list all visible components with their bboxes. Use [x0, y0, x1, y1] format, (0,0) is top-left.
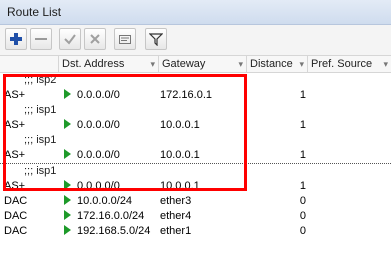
- comment-icon: [119, 35, 131, 44]
- route-distance: 1: [299, 119, 306, 131]
- route-gateway: ether1: [160, 225, 192, 237]
- route-distance: 0: [299, 210, 306, 222]
- minus-icon: [35, 38, 47, 40]
- table-row[interactable]: DAC 192.168.5.0/24 ether1 0: [0, 224, 391, 239]
- route-gateway: ether3: [160, 195, 192, 207]
- title-bar: Route List: [0, 0, 391, 25]
- column-header-gateway[interactable]: Gateway ▾: [159, 56, 247, 72]
- window-title: Route List: [7, 5, 62, 19]
- route-dst-address: 10.0.0.0/24: [64, 194, 159, 209]
- column-header-pref-source[interactable]: Pref. Source ▾: [308, 56, 391, 72]
- plus-icon: [10, 33, 22, 45]
- route-distance: 1: [299, 89, 306, 101]
- column-header-distance[interactable]: Distance ▾: [247, 56, 308, 72]
- column-menu-icon[interactable]: ▾: [238, 56, 243, 72]
- column-header-label: Dst. Address: [62, 58, 125, 70]
- route-distance: 0: [299, 195, 306, 207]
- route-gateway: ether4: [160, 210, 192, 222]
- active-route-icon: [64, 210, 71, 220]
- route-flags: DAC: [4, 225, 28, 237]
- highlight-box: [3, 74, 247, 191]
- disable-button[interactable]: [84, 28, 106, 50]
- column-header-dst-address[interactable]: Dst. Address ▾: [59, 56, 159, 72]
- toolbar: [0, 25, 391, 56]
- check-icon: [64, 34, 76, 45]
- table-header: Dst. Address ▾ Gateway ▾ Distance ▾ Pref…: [0, 56, 391, 73]
- table-row[interactable]: DAC 172.16.0.0/24 ether4 0: [0, 209, 391, 224]
- column-menu-icon[interactable]: ▾: [150, 56, 155, 72]
- add-button[interactable]: [5, 28, 27, 50]
- route-dst-address: 192.168.5.0/24: [64, 224, 159, 239]
- route-distance: 1: [299, 149, 306, 161]
- table-row[interactable]: DAC 10.0.0.0/24 ether3 0: [0, 194, 391, 209]
- enable-button[interactable]: [59, 28, 81, 50]
- x-icon: [90, 34, 100, 44]
- column-header-flags[interactable]: [0, 56, 59, 72]
- route-dst-address: 172.16.0.0/24: [64, 209, 159, 224]
- column-menu-icon[interactable]: ▾: [299, 56, 304, 72]
- comment-button[interactable]: [114, 28, 136, 50]
- filter-button[interactable]: [145, 28, 167, 50]
- route-distance: 1: [299, 180, 306, 192]
- route-flags: DAC: [4, 210, 28, 222]
- column-header-label: Gateway: [162, 58, 206, 70]
- route-list-window: Route List Dst. Address ▾ Gateway ▾ Dist…: [0, 0, 391, 264]
- remove-button[interactable]: [30, 28, 52, 50]
- column-header-label: Distance: [250, 58, 293, 70]
- filter-icon: [149, 33, 163, 46]
- column-menu-icon[interactable]: ▾: [383, 56, 388, 72]
- active-route-icon: [64, 195, 71, 205]
- route-distance: 0: [299, 225, 306, 237]
- route-flags: DAC: [4, 195, 28, 207]
- active-route-icon: [64, 225, 71, 235]
- column-header-label: Pref. Source: [311, 58, 373, 70]
